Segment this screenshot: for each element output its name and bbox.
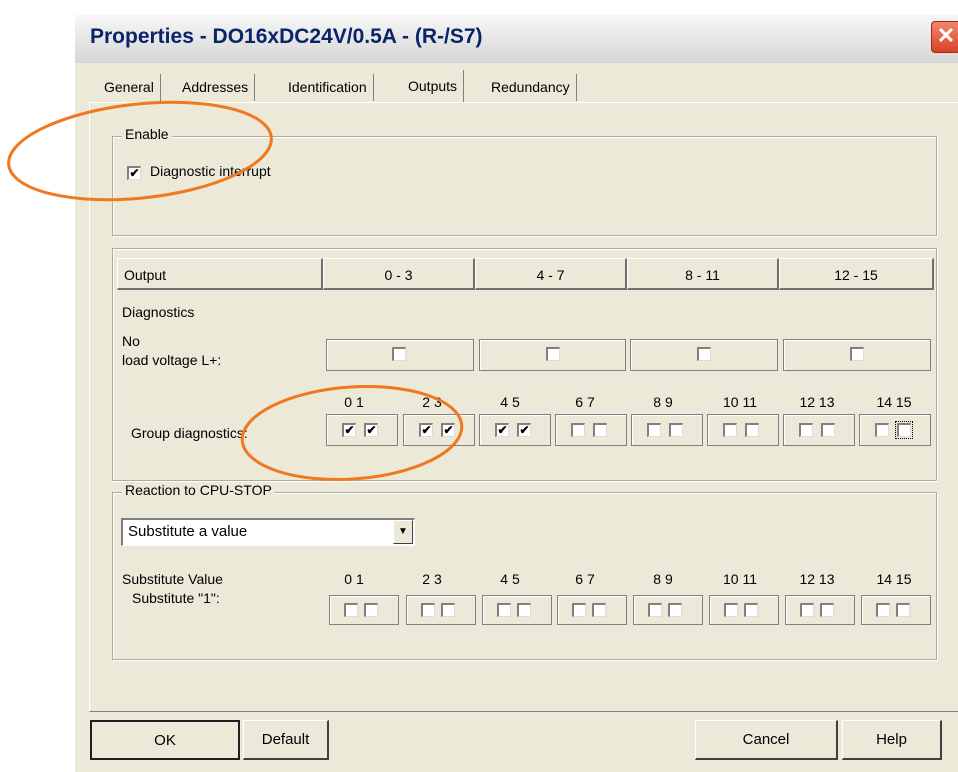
annotation-ellipse-enable: [7, 100, 273, 202]
annotation-overlay: [7, 100, 464, 482]
annotation-ellipse-group-diag: [240, 384, 464, 482]
